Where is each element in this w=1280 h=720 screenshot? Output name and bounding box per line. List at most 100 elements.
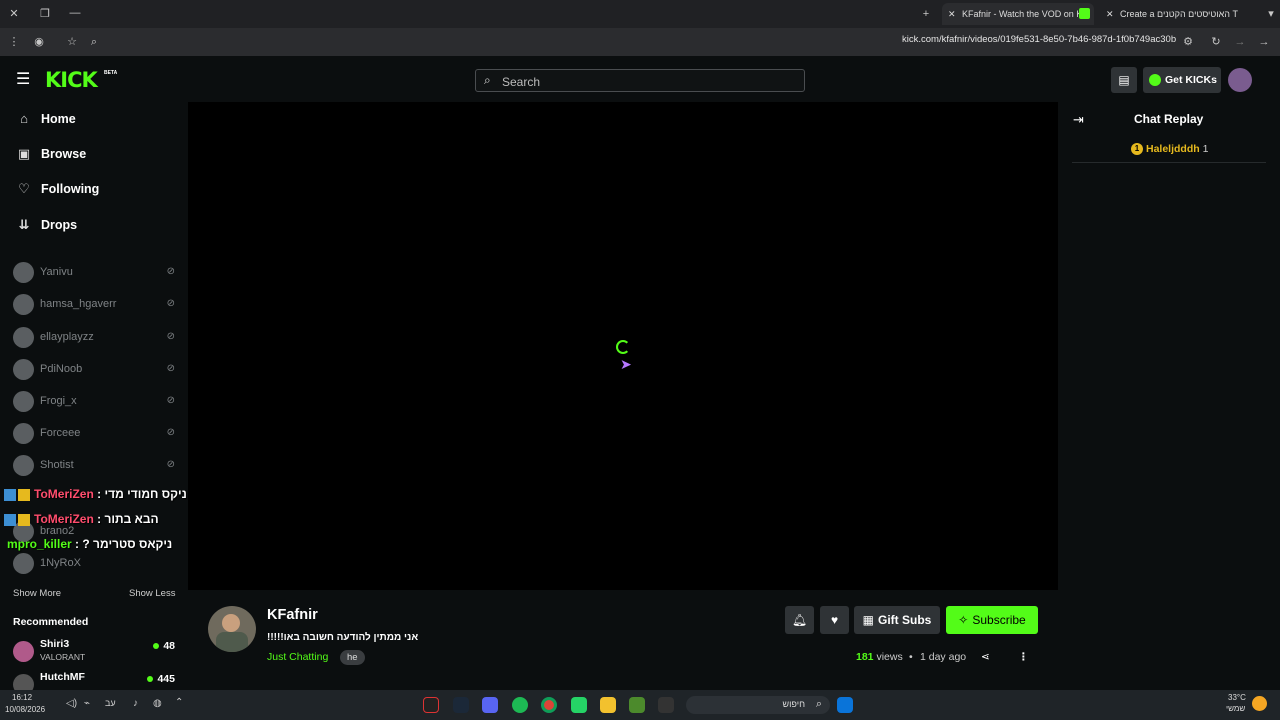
offline-icon: ⊘ bbox=[166, 298, 175, 309]
terminal-icon[interactable] bbox=[658, 697, 674, 713]
notification-bell-button[interactable]: 🔔︎ bbox=[785, 606, 814, 634]
tab-menu-icon[interactable]: ▾ bbox=[1263, 7, 1279, 21]
channel-item[interactable]: PdiNoob ⊘ bbox=[13, 359, 175, 381]
offline-icon: ⊘ bbox=[166, 331, 175, 342]
recommended-item[interactable]: Shiri3 VALORANT 48 bbox=[13, 638, 175, 668]
tab-create[interactable]: ✕ Create a האוטיסטים הקטנים T bbox=[1100, 3, 1250, 25]
offline-icon: ⊘ bbox=[166, 363, 175, 374]
taskbar-date[interactable]: 10/08/2026 bbox=[5, 705, 45, 714]
window-restore-icon[interactable]: ❐ bbox=[37, 7, 53, 21]
language-indicator[interactable]: עב bbox=[105, 698, 116, 708]
sidebar-item-home[interactable]: ⌂ Home bbox=[16, 109, 76, 129]
tab-close-icon[interactable]: ✕ bbox=[948, 3, 956, 25]
badge-icon bbox=[18, 513, 30, 526]
heart-icon: ♥ bbox=[830, 613, 839, 627]
top-gifter[interactable]: 1 Haleljdddh 1 bbox=[1131, 143, 1208, 156]
get-kicks-button[interactable]: Get KICKs bbox=[1143, 67, 1221, 93]
avatar bbox=[13, 359, 34, 380]
kick-logo[interactable]: KICK bbox=[45, 68, 98, 92]
new-tab-icon[interactable]: + bbox=[918, 7, 934, 21]
volume-icon[interactable]: ◁) bbox=[66, 698, 77, 709]
streamer-avatar[interactable] bbox=[208, 606, 256, 652]
url-field[interactable]: kick.com/kfafnir/videos/019fe531-8e50-7b… bbox=[902, 34, 1176, 45]
channel-item[interactable]: Forceee ⊘ bbox=[13, 423, 175, 445]
offline-icon: ⊘ bbox=[166, 266, 175, 277]
window-minimize-icon[interactable]: — bbox=[67, 6, 83, 20]
window-close-icon[interactable]: ✕ bbox=[6, 7, 22, 21]
share-icon[interactable]: ⋖ bbox=[981, 651, 990, 663]
network-icon[interactable]: ⌁ bbox=[84, 698, 90, 709]
site-settings-icon[interactable]: ⚙ bbox=[1180, 35, 1196, 49]
user-avatar[interactable] bbox=[1228, 68, 1252, 92]
live-dot-icon bbox=[147, 676, 154, 683]
badge-icon bbox=[18, 488, 30, 501]
channel-item[interactable]: Frogi_x ⊘ bbox=[13, 391, 175, 413]
discord-icon[interactable] bbox=[482, 697, 498, 713]
zoom-icon[interactable]: ⌕ bbox=[86, 35, 102, 49]
sidebar-item-following[interactable]: ♡ Following bbox=[16, 179, 99, 199]
kicks-coin-icon bbox=[1149, 74, 1161, 86]
windows-start-icon[interactable] bbox=[837, 697, 853, 713]
bookmark-star-icon[interactable]: ☆ bbox=[64, 35, 80, 49]
viewer-count: 48 bbox=[153, 640, 175, 652]
weather-desc[interactable]: שמשי bbox=[1226, 704, 1245, 713]
sidebar-item-browse[interactable]: ▣ Browse bbox=[16, 144, 86, 164]
tray-icon[interactable]: ◍ bbox=[153, 698, 162, 709]
extension-icon[interactable]: ◉ bbox=[31, 35, 47, 49]
kick-favicon-icon bbox=[1079, 8, 1090, 19]
avatar bbox=[13, 294, 34, 315]
channel-item[interactable]: hamsa_hgaverr ⊘ bbox=[13, 294, 175, 316]
tab-kick-vod[interactable]: ✕ KFafnir - Watch the VOD on Kic bbox=[942, 3, 1094, 25]
whatsapp-icon[interactable] bbox=[571, 697, 587, 713]
recommended-item[interactable]: HutchMF 445 bbox=[13, 671, 175, 690]
search-icon: ⌕ bbox=[484, 73, 491, 87]
taskbar-search[interactable]: חיפוש ⌕ bbox=[686, 696, 830, 714]
hamburger-menu-icon[interactable]: ☰ bbox=[16, 72, 30, 88]
weather-temp[interactable]: 33°C bbox=[1228, 693, 1246, 702]
forward-icon[interactable]: → bbox=[1232, 35, 1248, 49]
meta-separator: • bbox=[909, 651, 913, 663]
spotify-icon[interactable] bbox=[512, 697, 528, 713]
subscribe-button[interactable]: ✧ Subscribe bbox=[946, 606, 1038, 634]
show-more-button[interactable]: Show More bbox=[13, 588, 61, 599]
tab-close-icon[interactable]: ✕ bbox=[1106, 3, 1114, 25]
app-icon[interactable] bbox=[423, 697, 439, 713]
library-icon: ▤ bbox=[1118, 73, 1130, 87]
channel-item[interactable]: 1NyRoX bbox=[13, 553, 175, 575]
gift-subs-button[interactable]: ▦ Gift Subs bbox=[854, 606, 940, 634]
category-link[interactable]: Just Chatting bbox=[267, 651, 328, 663]
taskbar-time[interactable]: 16:12 bbox=[12, 693, 32, 702]
minecraft-icon[interactable] bbox=[629, 697, 645, 713]
overlay-chat-line: ToMeriZen : הבא בתור bbox=[4, 512, 159, 526]
language-tag[interactable]: he bbox=[340, 650, 365, 665]
tray-expand-icon[interactable]: ⌃ bbox=[175, 697, 183, 708]
viewer-count: 445 bbox=[147, 673, 175, 685]
library-button[interactable]: ▤ bbox=[1111, 67, 1137, 93]
more-options-icon[interactable]: ⋮ bbox=[1018, 651, 1029, 663]
stream-title: אני ממתין להודעה חשובה באו!!!!! bbox=[267, 632, 419, 643]
steam-icon[interactable] bbox=[453, 697, 469, 713]
sidebar-item-drops[interactable]: ⇊ Drops bbox=[16, 215, 78, 235]
channel-item[interactable]: ellayplayzz ⊘ bbox=[13, 327, 175, 349]
streamer-name[interactable]: KFafnir bbox=[267, 607, 318, 623]
sun-icon bbox=[1252, 696, 1267, 711]
avatar bbox=[13, 641, 34, 662]
mic-icon[interactable]: ♪ bbox=[133, 698, 138, 709]
follow-heart-button[interactable]: ♥ bbox=[820, 606, 849, 634]
back-icon[interactable]: → bbox=[1256, 35, 1272, 49]
channel-item[interactable]: Shotist ⊘ bbox=[13, 455, 175, 477]
bell-icon: 🔔︎ bbox=[791, 613, 808, 627]
channel-item[interactable]: Yanivu ⊘ bbox=[13, 262, 175, 284]
overlay-chat-line: ToMeriZen : ניקס חמודי מדי bbox=[4, 487, 187, 501]
beta-badge: BETA bbox=[104, 70, 118, 76]
search-input[interactable]: ⌕ Search bbox=[475, 69, 805, 92]
show-less-button[interactable]: Show Less bbox=[129, 588, 175, 599]
loading-spinner-icon bbox=[616, 340, 630, 354]
menu-dots-icon[interactable]: ⋮ bbox=[6, 35, 22, 49]
reload-icon[interactable]: ↻ bbox=[1208, 35, 1224, 49]
chrome-icon[interactable] bbox=[541, 697, 557, 713]
folder-icon[interactable] bbox=[600, 697, 616, 713]
overlay-chat-line: mpro_killer : ניקאס סטרימר ? bbox=[7, 537, 173, 551]
collapse-chat-icon[interactable]: ⇥ bbox=[1073, 112, 1084, 128]
chat-panel bbox=[1058, 102, 1280, 690]
